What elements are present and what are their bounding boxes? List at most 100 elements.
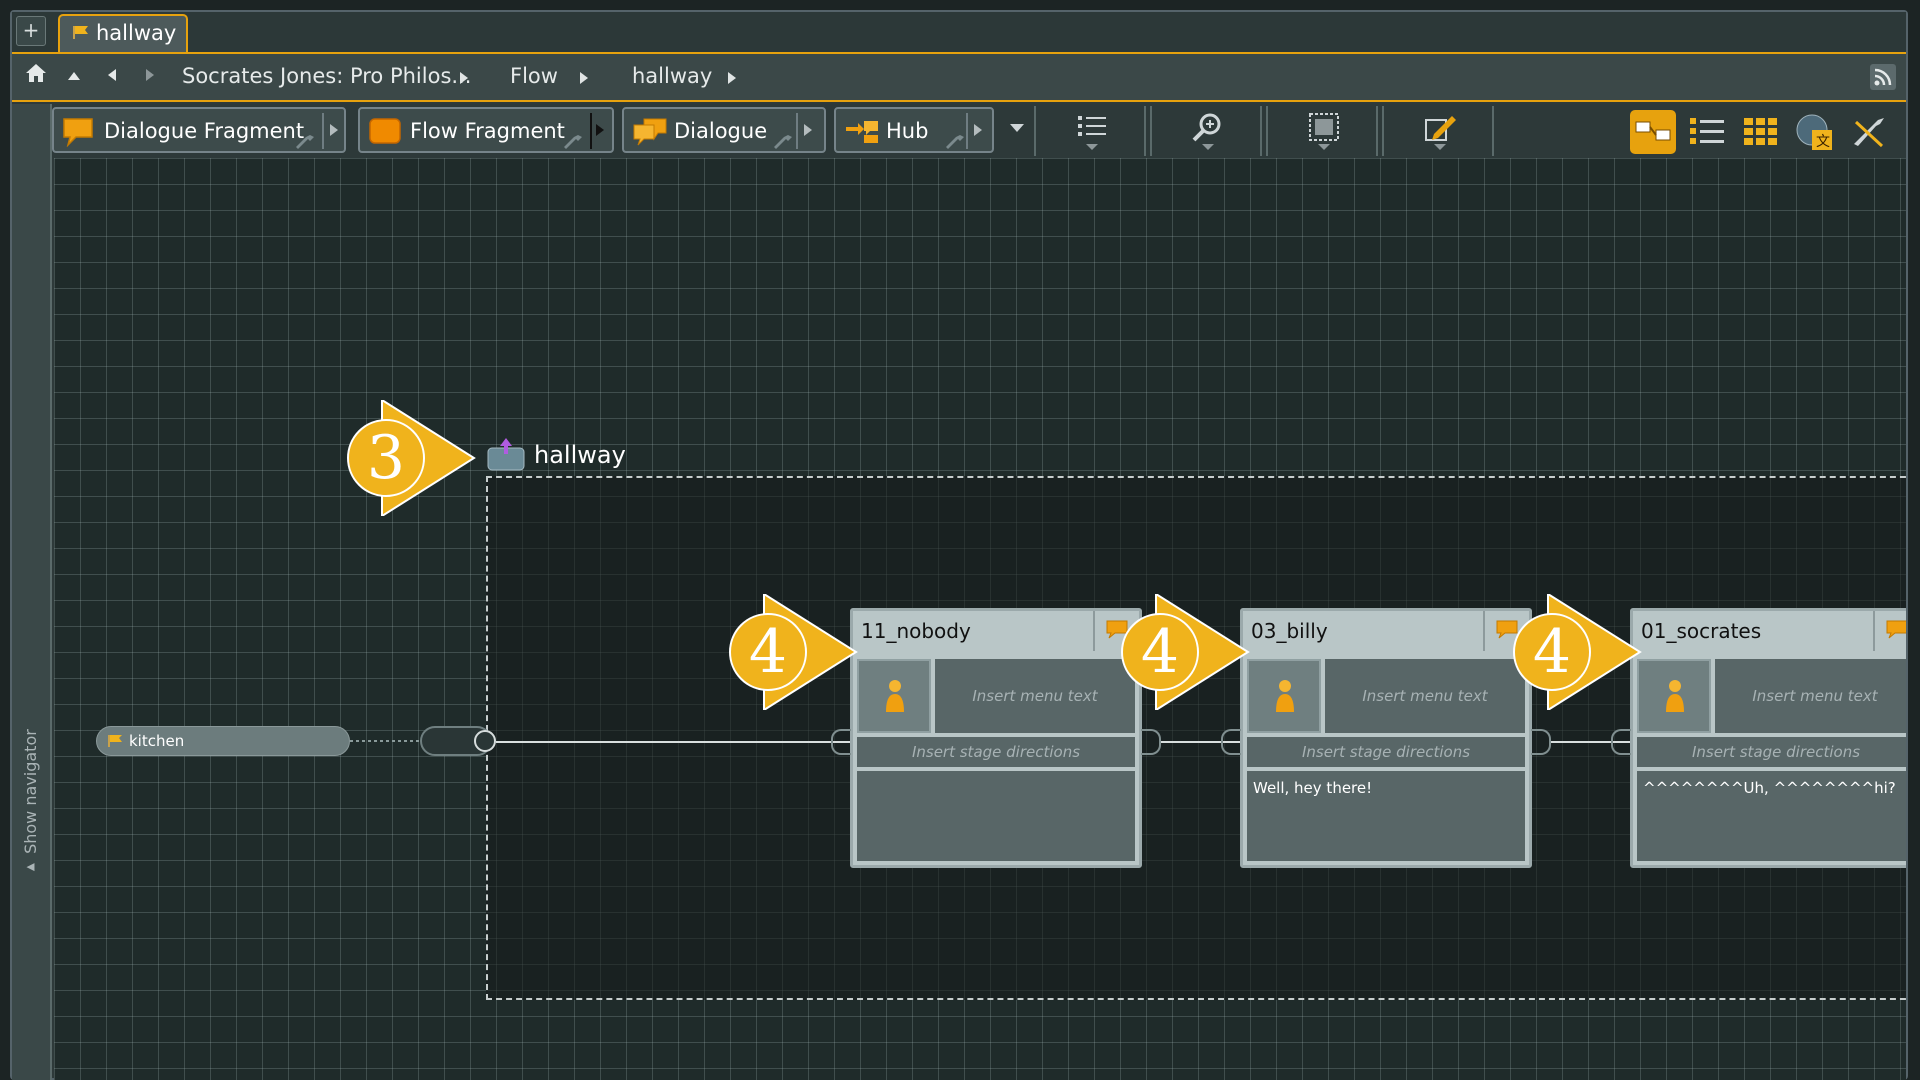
edit-icon [1425,116,1456,150]
stage-directions-field[interactable]: Insert stage directions [857,737,1135,767]
tab-label: hallway [96,21,177,45]
localization-button[interactable]: 文 [1792,110,1838,154]
zoom-icon [1192,113,1221,150]
toolbar-dropdown-icon[interactable] [1010,124,1024,132]
breadcrumb-chevron-icon[interactable] [460,72,468,84]
localization-icon: 文 [1796,114,1832,150]
connection-wire[interactable] [496,741,864,743]
fit-grid-icon [1309,113,1339,150]
speaker-icon [1276,680,1294,712]
tab-hallway[interactable]: hallway [58,14,188,52]
play-icon[interactable] [974,124,982,136]
node-input-pin[interactable] [831,729,851,755]
dialogue-node[interactable]: 03_billy Insert menu text Insert stage d… [1221,608,1551,868]
node-title[interactable]: 03_billy [1251,619,1328,643]
flow-fragment-button[interactable]: Flow Fragment [358,107,614,153]
breadcrumb: Socrates Jones: Pro Philos... Flow hallw… [12,52,1906,102]
avatar[interactable] [1637,659,1711,733]
list-view-icon [1690,118,1724,144]
stage-directions-field[interactable]: Insert stage directions [1637,737,1906,767]
hub-label: Hub [886,119,929,143]
dialogue-node[interactable]: 11_nobody Insert menu text Insert stage … [831,608,1161,868]
flow-view-icon [1635,121,1671,141]
callout-marker: 4 [1512,592,1642,714]
add-tab-button[interactable]: + [16,16,46,46]
breadcrumb-chevron-icon[interactable] [580,72,588,84]
flow-view-button[interactable] [1630,110,1676,154]
callout-number: 4 [1532,617,1572,687]
list-tool-button[interactable] [1034,106,1146,156]
dialogue-node[interactable]: 01_socrates Insert menu text Insert stag… [1611,608,1906,868]
up-arrow-icon[interactable] [60,63,88,91]
menu-text-field[interactable]: Insert menu text [935,659,1135,733]
breadcrumb-chevron-icon[interactable] [728,72,736,84]
wrench-icon [946,135,964,149]
zoom-tool-button[interactable] [1150,106,1262,156]
pin-connector [350,740,422,742]
callout-number: 4 [748,617,788,687]
settings-icon [1854,118,1884,148]
svg-text:文: 文 [1816,134,1830,150]
node-output-pin[interactable] [1531,729,1551,755]
menu-text-field[interactable]: Insert menu text [1325,659,1525,733]
rss-feed-icon[interactable] [1870,64,1896,90]
wrench-icon [296,135,314,149]
hub-button[interactable]: Hub [834,107,994,153]
flow-fragment-icon [369,118,401,144]
dialogue-fragment-icon [63,118,93,147]
dialogue-label: Dialogue [674,119,768,143]
callout-number: 4 [1140,617,1180,687]
dialogue-text-field[interactable] [857,771,1135,861]
play-icon[interactable] [804,124,812,136]
hub-icon [846,121,878,143]
play-icon[interactable] [596,124,604,136]
node-title[interactable]: 01_socrates [1641,619,1761,643]
list-icon [1078,116,1106,150]
breadcrumb-current[interactable]: hallway [632,64,712,88]
fit-grid-button[interactable] [1266,106,1378,156]
show-navigator-label[interactable]: ▸ Show navigator ▸ [16,724,70,884]
dialogue-button[interactable]: Dialogue [622,107,826,153]
toolbar: Dialogue Fragment Flow Fragment Dialogue… [52,104,1906,158]
input-pin-label: kitchen [129,732,185,750]
flag-icon [73,26,88,39]
play-icon[interactable] [330,124,338,136]
breadcrumb-flow[interactable]: Flow [510,64,558,88]
node-input-pin[interactable] [1611,729,1631,755]
flow-up-icon[interactable] [486,438,526,472]
grid-view-button[interactable] [1738,110,1784,154]
breadcrumb-project[interactable]: Socrates Jones: Pro Philos... [182,64,471,88]
avatar[interactable] [1247,659,1321,733]
node-output-pin[interactable] [1141,729,1161,755]
input-pin-kitchen[interactable]: kitchen [96,726,350,756]
settings-button[interactable] [1846,110,1892,154]
stage-directions-field[interactable]: Insert stage directions [1247,737,1525,767]
dialogue-fragment-label: Dialogue Fragment [104,119,305,143]
dialogue-text-field[interactable]: Well, hey there! [1247,771,1525,861]
flag-icon [108,735,122,747]
grid-view-icon [1744,118,1777,145]
speech-bubble-icon[interactable] [1873,611,1906,651]
back-arrow-icon[interactable] [98,63,126,91]
callout-marker: 4 [728,592,858,714]
forward-arrow-icon[interactable] [136,63,164,91]
wrench-icon [774,135,792,149]
edit-tool-button[interactable] [1382,106,1494,156]
tab-strip: + hallway [12,12,1906,52]
node-title[interactable]: 11_nobody [861,619,971,643]
list-view-button[interactable] [1684,110,1730,154]
dialogue-text-field[interactable]: ^^^^^^^^Uh, ^^^^^^^^hi? [1637,771,1906,861]
dialogue-fragment-button[interactable]: Dialogue Fragment [52,107,346,153]
callout-number: 3 [366,423,406,493]
home-icon[interactable] [22,63,50,91]
node-input-pin[interactable] [1221,729,1241,755]
navigator-panel[interactable]: ▸ Show navigator ▸ [12,104,70,1080]
speaker-icon [886,680,904,712]
dialogue-icon [633,118,667,146]
connection-dot[interactable] [474,730,496,752]
flow-title[interactable]: hallway [534,441,626,469]
callout-marker: 4 [1120,592,1250,714]
flow-canvas[interactable]: hallway kitchen 11_nobody Insert menu te… [54,158,1906,1080]
avatar[interactable] [857,659,931,733]
menu-text-field[interactable]: Insert menu text [1715,659,1906,733]
